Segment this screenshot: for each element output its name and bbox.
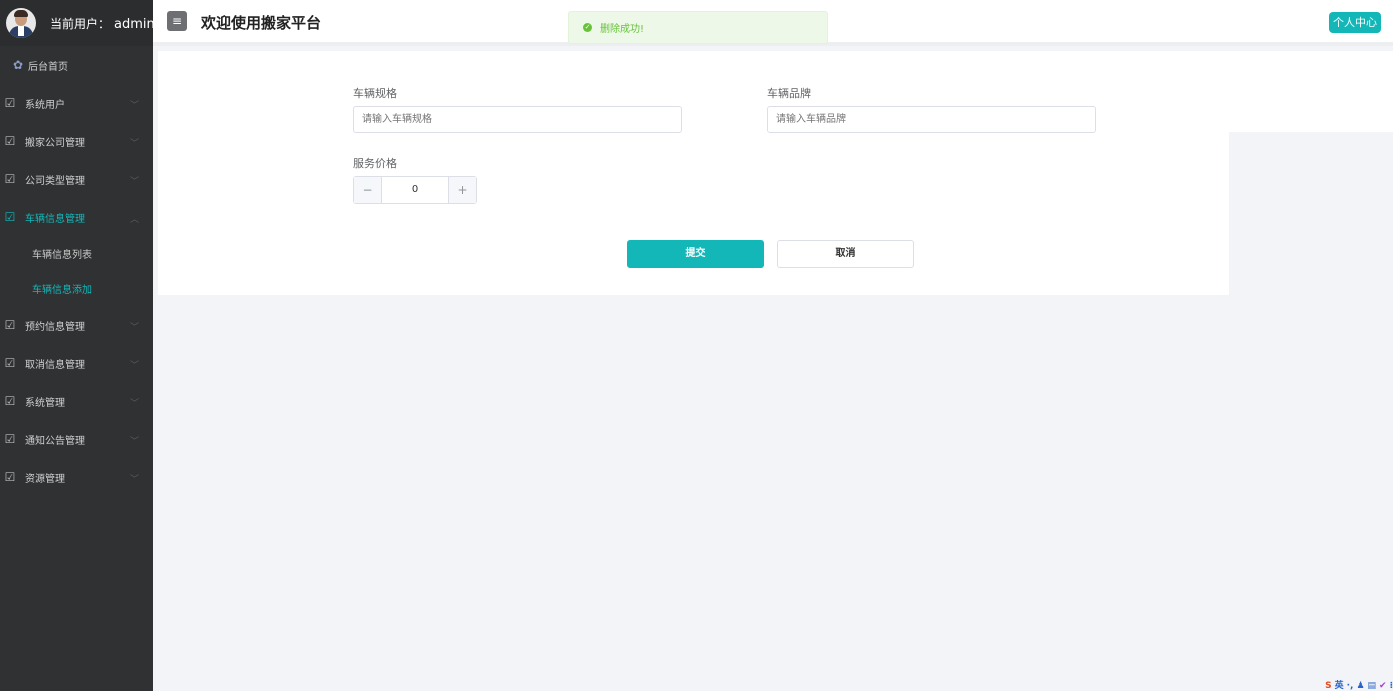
current-user-name: admin bbox=[114, 16, 155, 32]
submit-button[interactable]: 提交 bbox=[627, 240, 764, 268]
menu-toggle-icon[interactable]: ≡ bbox=[167, 11, 187, 31]
sidebar-item-system-settings[interactable]: ☑ 系统管理 ﹀ bbox=[0, 382, 153, 420]
sidebar-item-system-users[interactable]: ☑ 系统用户 ﹀ bbox=[0, 84, 153, 122]
sidebar-item-label: 通知公告管理 bbox=[25, 435, 85, 447]
price-stepper: − 0 + bbox=[353, 176, 477, 204]
edit-icon: ☑ bbox=[4, 356, 16, 370]
sidebar: 当前用户： admin ✿ 后台首页 ☑ 系统用户 ﹀ ☑ 搬家公司管理 ﹀ ☑ … bbox=[0, 0, 155, 691]
chevron-up-icon: ︿ bbox=[129, 215, 139, 225]
sidebar-subitem-vehicle-add[interactable]: 车辆信息添加 bbox=[0, 271, 153, 306]
sidebar-item-label: 资源管理 bbox=[25, 473, 65, 485]
sidebar-menu: ✿ 后台首页 ☑ 系统用户 ﹀ ☑ 搬家公司管理 ﹀ ☑ 公司类型管理 ﹀ ☑ … bbox=[0, 46, 153, 496]
right-strip bbox=[1229, 51, 1393, 132]
spec-label: 车辆规格 bbox=[353, 87, 397, 100]
price-label: 服务价格 bbox=[353, 157, 397, 170]
ime-mode-icon[interactable]: 英 bbox=[1335, 681, 1344, 691]
page-title: 欢迎使用搬家平台 bbox=[201, 14, 322, 32]
success-toast: ✓ 删除成功! bbox=[568, 11, 828, 44]
sidebar-item-label: 后台首页 bbox=[28, 61, 68, 73]
user-box: 当前用户： admin bbox=[0, 0, 155, 46]
current-user-label: 当前用户： admin bbox=[50, 16, 155, 32]
menu-icon[interactable]: ⁝ bbox=[1390, 681, 1393, 691]
brand-input[interactable] bbox=[767, 106, 1096, 133]
sidebar-item-label: 预约信息管理 bbox=[25, 321, 85, 333]
edit-icon: ☑ bbox=[4, 394, 16, 408]
chevron-down-icon: ﹀ bbox=[129, 101, 139, 111]
sidebar-item-label: 车辆信息管理 bbox=[25, 213, 85, 225]
sidebar-item-company-type[interactable]: ☑ 公司类型管理 ﹀ bbox=[0, 160, 153, 198]
chevron-down-icon: ﹀ bbox=[129, 139, 139, 149]
edit-icon: ☑ bbox=[4, 96, 16, 110]
sidebar-item-label: 系统用户 bbox=[25, 99, 65, 111]
check-circle-icon: ✓ bbox=[583, 23, 592, 32]
avatar[interactable] bbox=[6, 8, 36, 38]
sidebar-item-cancellation[interactable]: ☑ 取消信息管理 ﹀ bbox=[0, 344, 153, 382]
sidebar-item-moving-company[interactable]: ☑ 搬家公司管理 ﹀ bbox=[0, 122, 153, 160]
skin-icon[interactable]: ✔ bbox=[1379, 681, 1387, 691]
sidebar-item-label: 取消信息管理 bbox=[25, 359, 85, 371]
keyboard-icon[interactable]: ▤ bbox=[1368, 681, 1377, 691]
chevron-down-icon: ﹀ bbox=[129, 437, 139, 447]
home-icon: ✿ bbox=[12, 58, 24, 72]
form-panel: 车辆规格 车辆品牌 服务价格 − 0 + 提交 取消 bbox=[158, 51, 1229, 295]
price-value[interactable]: 0 bbox=[382, 177, 448, 203]
sidebar-item-label: 系统管理 bbox=[25, 397, 65, 409]
edit-icon: ☑ bbox=[4, 210, 16, 224]
system-tray: S 英 ·, ♟ ▤ ✔ ⁝ bbox=[1325, 679, 1393, 691]
sidebar-item-label: 搬家公司管理 bbox=[25, 137, 85, 149]
toast-message: 删除成功! bbox=[600, 24, 645, 35]
ime-logo-icon[interactable]: S bbox=[1325, 681, 1331, 691]
sidebar-item-home[interactable]: ✿ 后台首页 bbox=[0, 46, 153, 84]
sidebar-item-reservation[interactable]: ☑ 预约信息管理 ﹀ bbox=[0, 306, 153, 344]
sidebar-subitem-vehicle-list[interactable]: 车辆信息列表 bbox=[0, 236, 153, 271]
spec-input[interactable] bbox=[353, 106, 682, 133]
edit-icon: ☑ bbox=[4, 172, 16, 186]
sidebar-item-resources[interactable]: ☑ 资源管理 ﹀ bbox=[0, 458, 153, 496]
edit-icon: ☑ bbox=[4, 470, 16, 484]
user-icon[interactable]: ♟ bbox=[1356, 681, 1364, 691]
cancel-button[interactable]: 取消 bbox=[777, 240, 914, 268]
profile-button[interactable]: 个人中心 bbox=[1329, 12, 1381, 33]
sidebar-item-notice[interactable]: ☑ 通知公告管理 ﹀ bbox=[0, 420, 153, 458]
chevron-down-icon: ﹀ bbox=[129, 399, 139, 409]
chevron-down-icon: ﹀ bbox=[129, 323, 139, 333]
chevron-down-icon: ﹀ bbox=[129, 475, 139, 485]
chevron-down-icon: ﹀ bbox=[129, 361, 139, 371]
increment-button[interactable]: + bbox=[448, 177, 476, 203]
decrement-button[interactable]: − bbox=[354, 177, 382, 203]
sidebar-item-label: 公司类型管理 bbox=[25, 175, 85, 187]
brand-label: 车辆品牌 bbox=[767, 87, 811, 100]
edit-icon: ☑ bbox=[4, 432, 16, 446]
edit-icon: ☑ bbox=[4, 318, 16, 332]
chevron-down-icon: ﹀ bbox=[129, 177, 139, 187]
sidebar-item-vehicle-info[interactable]: ☑ 车辆信息管理 ︿ bbox=[0, 198, 153, 236]
edit-icon: ☑ bbox=[4, 134, 16, 148]
punctuation-icon[interactable]: ·, bbox=[1347, 681, 1354, 691]
